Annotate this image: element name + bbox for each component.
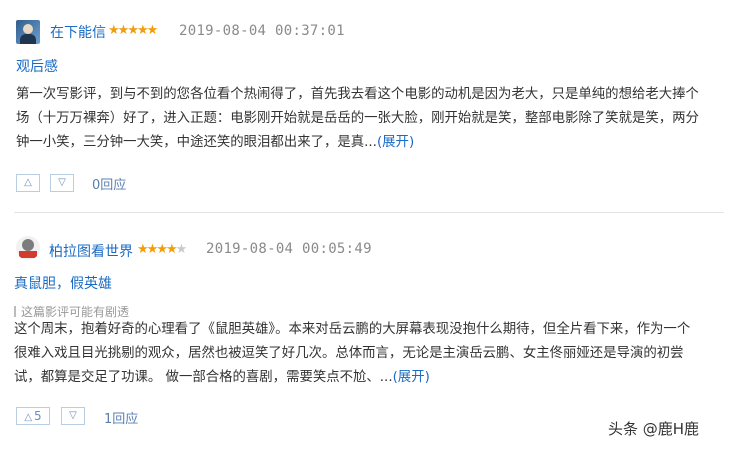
star-icon: ★	[146, 242, 159, 257]
star-icon: ★	[146, 23, 159, 38]
review-body-line-last: 试，都算是交足了功课。 做一部合格的喜剧，需要笑点不尬、...(展开)	[14, 366, 726, 390]
expand-link[interactable]: (展开)	[377, 135, 414, 150]
review-item: 在下能信 ★★★★★ 2019-08-04 00:37:01 观后感 第一次写影…	[0, 0, 738, 213]
star-icon: ★	[108, 23, 120, 38]
rating-stars: ★★★★★	[137, 242, 188, 257]
upvote-count: 5	[34, 409, 42, 423]
username-link[interactable]: 在下能信	[50, 22, 106, 42]
star-icon: ★	[175, 242, 188, 257]
downvote-button[interactable]: ▽	[50, 174, 74, 192]
star-icon: ★	[165, 242, 178, 257]
star-icon: ★	[136, 23, 149, 38]
username-link[interactable]: 柏拉图看世界	[49, 241, 133, 261]
triangle-down-icon: ▽	[69, 410, 77, 421]
reply-count-link[interactable]: 1回应	[104, 408, 138, 427]
rating-stars: ★★★★★	[108, 23, 159, 38]
review-body-line: 场（十万万裸奔）好了，进入正题：电影刚开始就是岳岳的一张大脸，刚开始就是笑，整部…	[16, 111, 699, 126]
review-body-text: 试，都算是交足了功课。 做一部合格的喜剧，需要笑点不尬、...	[14, 370, 393, 385]
downvote-button[interactable]: ▽	[61, 407, 85, 425]
review-body-line: 这个周末，抱着好奇的心理看了《鼠胆英雄》。本来对岳云鹏的大屏幕表现没抱什么期待，…	[14, 322, 691, 337]
spoiler-notice-text: 这篇影评可能有剧透	[21, 305, 130, 319]
upvote-button[interactable]: △ 5	[16, 407, 50, 425]
review-body: 第一次写影评，到与不到的您各位看个热闹得了，首先我去看这个电影的动机是因为老大，…	[16, 83, 728, 155]
review-body-text: 钟一小笑，三分钟一大笑，中途还笑的眼泪都出来了，是真...	[16, 135, 377, 150]
upvote-button[interactable]: △	[16, 174, 40, 192]
triangle-up-icon: △	[24, 177, 32, 188]
spoiler-bar	[14, 306, 16, 317]
triangle-down-icon: ▽	[58, 177, 66, 188]
expand-link[interactable]: (展开)	[393, 370, 430, 385]
reply-count-link[interactable]: 0回应	[92, 174, 126, 193]
review-timestamp: 2019-08-04 00:05:49	[206, 241, 372, 257]
review-title-link[interactable]: 观后感	[16, 56, 58, 76]
review-timestamp: 2019-08-04 00:37:01	[179, 23, 345, 39]
review-item: 柏拉图看世界 ★★★★★ 2019-08-04 00:05:49 真鼠胆，假英雄…	[0, 213, 738, 449]
review-title-link[interactable]: 真鼠胆，假英雄	[14, 273, 112, 293]
review-body-line-last: 钟一小笑，三分钟一大笑，中途还笑的眼泪都出来了，是真...(展开)	[16, 131, 728, 155]
review-body-line: 第一次写影评，到与不到的您各位看个热闹得了，首先我去看这个电影的动机是因为老大，…	[16, 87, 699, 102]
star-icon: ★	[137, 242, 149, 257]
user-avatar[interactable]	[16, 20, 40, 44]
review-body-line: 很难入戏且目光挑剔的观众，居然也被逗笑了好几次。总体而言，无论是主演岳云鹏、女主…	[14, 346, 684, 361]
star-icon: ★	[156, 242, 168, 257]
star-icon: ★	[127, 23, 139, 38]
star-icon: ★	[117, 23, 130, 38]
triangle-up-icon: △	[24, 412, 33, 423]
watermark: 头条 @鹿H鹿	[608, 420, 700, 438]
user-avatar[interactable]	[16, 236, 40, 260]
review-body: 这个周末，抱着好奇的心理看了《鼠胆英雄》。本来对岳云鹏的大屏幕表现没抱什么期待，…	[14, 318, 726, 390]
